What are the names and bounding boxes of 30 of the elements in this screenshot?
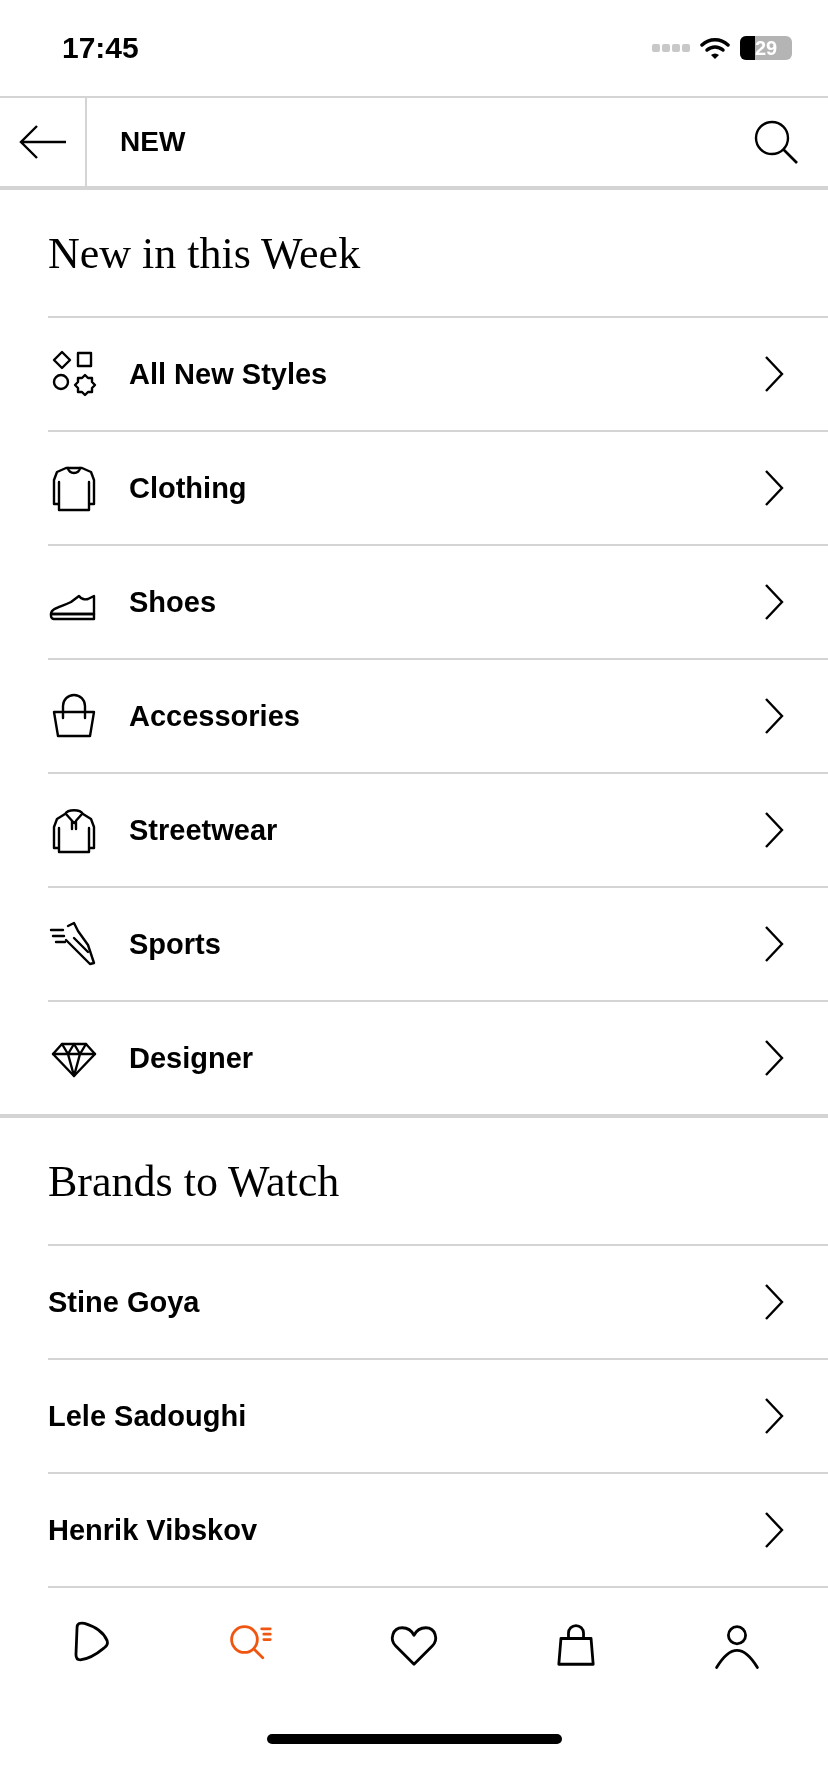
chevron-right-icon: [764, 1283, 784, 1321]
list-item[interactable]: All New Styles: [48, 316, 828, 430]
list-item[interactable]: Lele Sadoughi: [48, 1358, 828, 1472]
chevron-right-icon: [764, 355, 784, 393]
chevron-right-icon: [764, 1511, 784, 1549]
chevron-right-icon: [764, 469, 784, 507]
page-title: NEW: [119, 126, 187, 158]
chevron-right-icon: [764, 583, 784, 621]
chevron-right-icon: [764, 1397, 784, 1435]
chevron-right-icon: [764, 1039, 784, 1077]
search-icon: [752, 118, 800, 166]
cellular-signal-icon: [652, 44, 690, 52]
chevron-right-icon: [764, 697, 784, 735]
section-title: Brands to Watch: [47, 1155, 341, 1208]
search-button[interactable]: [752, 118, 800, 166]
battery-indicator: 29: [740, 36, 792, 60]
list-item[interactable]: Designer: [48, 1000, 828, 1114]
list-item[interactable]: Streetwear: [48, 772, 828, 886]
back-arrow-icon: [17, 124, 68, 160]
chevron-right-icon: [764, 811, 784, 849]
list-item[interactable]: Shoes: [48, 544, 828, 658]
list-item[interactable]: Sports: [48, 886, 828, 1000]
list-item[interactable]: Henrik Vibskov: [48, 1472, 828, 1588]
list-item[interactable]: Clothing: [48, 430, 828, 544]
status-time: 17:45: [62, 31, 139, 65]
list-item[interactable]: Stine Goya: [48, 1244, 828, 1358]
chevron-right-icon: [764, 925, 784, 963]
list-item[interactable]: Accessories: [48, 658, 828, 772]
section-title: New in this Week: [47, 227, 362, 280]
wifi-icon: [700, 37, 730, 59]
